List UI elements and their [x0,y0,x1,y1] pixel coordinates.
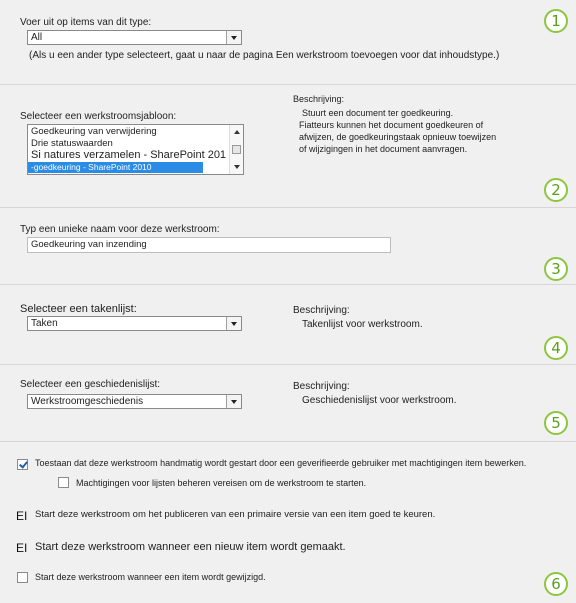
section-history-list: Selecteer een geschiedenislijst: Werkstr… [0,365,576,441]
content-type-value: All [31,32,43,43]
changed-item-checkbox[interactable] [17,572,28,583]
section-task-list: Selecteer een takenlijst: Taken Beschrij… [0,285,576,364]
list-item[interactable]: Si natures verzamelen - SharePoint 201 [28,149,243,162]
section-content-type: Voer uit op items van dit type: All (Als… [0,0,576,84]
workflow-name-input[interactable]: Goedkeuring van inzending [27,237,391,253]
content-type-note: (Als u een ander type selecteert, gaat u… [29,50,500,61]
manual-start-label: Toestaan dat deze werkstroom handmatig w… [35,458,527,468]
task-list-value: Taken [31,318,58,329]
require-permissions-label: Machtigingen voor lijsten beheren vereis… [76,478,367,488]
step-badge-1: 1 [544,9,568,33]
template-description: Stuurt een document ter goedkeuring. Fia… [299,107,496,155]
chevron-down-icon[interactable] [226,31,241,44]
content-type-select[interactable]: All [27,30,242,45]
step-badge-3: 3 [544,257,568,281]
step-badge-5: 5 [544,411,568,435]
chevron-down-icon[interactable] [226,317,241,330]
step-badge-6: 6 [544,572,568,596]
changed-item-label: Start deze werkstroom wanneer een item w… [35,572,266,582]
step-badge-2: 2 [544,178,568,202]
task-list-select[interactable]: Taken [27,316,242,331]
list-item[interactable]: Goedkeuring van verwijdering [28,126,243,138]
description-line: Stuurt een document ter goedkeuring. [302,108,454,118]
workflow-template-label: Selecteer een werkstroomsjabloon: [20,111,177,122]
workflow-name-label: Typ een unieke naam voor deze werkstroom… [20,224,220,235]
new-item-option-label: Start deze werkstroom wanneer een nieuw … [35,541,346,553]
list-scrollbar[interactable] [229,125,243,174]
scroll-thumb[interactable] [232,145,241,154]
history-list-value: Werkstroomgeschiedenis [31,396,144,407]
history-list-description: Geschiedenislijst voor werkstroom. [302,395,457,406]
publish-option-marker[interactable]: EI [16,509,27,523]
new-item-option-marker[interactable]: EI [16,541,27,555]
publish-option-label: Start deze werkstroom om het publiceren … [35,509,436,520]
chevron-down-icon[interactable] [226,395,241,408]
description-line: afwijzen, de goedkeuringstaak opnieuw to… [299,132,497,142]
scroll-up-icon[interactable] [234,130,240,134]
description-label: Beschrijving: [293,305,350,316]
task-list-label: Selecteer een takenlijst: [20,303,137,315]
list-item-selected[interactable]: -goedkeuring - SharePoint 2010 [28,161,203,173]
description-label: Beschrijving: [293,94,345,104]
description-line: Fiatteurs kunnen het document goedkeuren… [299,120,484,130]
section-workflow-template: Selecteer een werkstroomsjabloon: Goedke… [0,85,576,207]
step-badge-4: 4 [544,336,568,360]
history-list-label: Selecteer een geschiedenislijst: [20,379,161,390]
workflow-template-list[interactable]: Goedkeuring van verwijdering Drie status… [27,124,244,175]
scroll-down-icon[interactable] [234,165,240,169]
section-start-options: Toestaan dat deze werkstroom handmatig w… [0,442,576,603]
description-line: of wijzigingen in het document aanvragen… [299,144,468,154]
history-list-select[interactable]: Werkstroomgeschiedenis [27,394,242,409]
task-list-description: Takenlijst voor werkstroom. [302,319,423,330]
require-permissions-checkbox[interactable] [58,477,69,488]
manual-start-checkbox[interactable] [17,459,28,470]
content-type-label: Voer uit op items van dit type: [20,17,152,28]
description-label: Beschrijving: [293,381,350,392]
list-item[interactable]: Drie statuswaarden [28,138,243,150]
section-workflow-name: Typ een unieke naam voor deze werkstroom… [0,208,576,284]
